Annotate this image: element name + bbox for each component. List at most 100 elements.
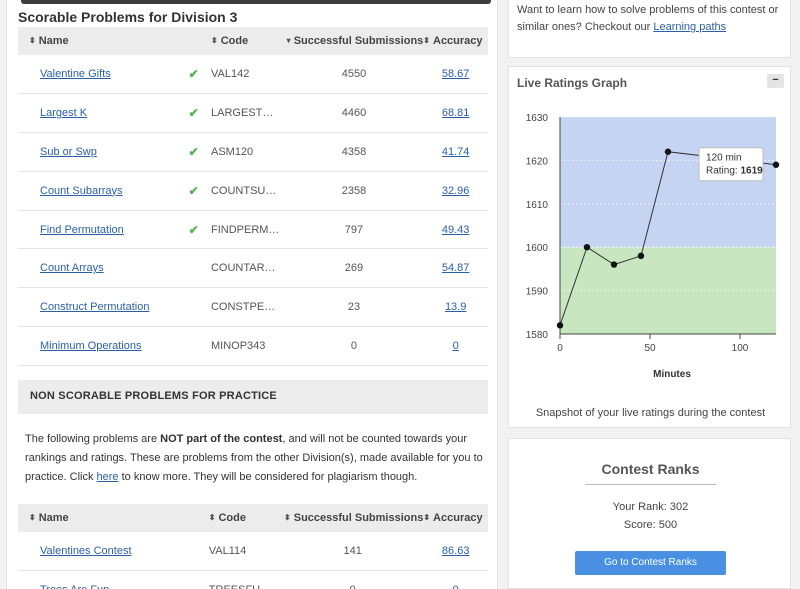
rating-data-point [664,148,672,155]
contest-ranks-title: Contest Ranks [601,461,700,477]
learning-paths-card: Want to learn how to solve problems of t… [508,0,791,58]
successful-submissions: 141 [282,532,424,572]
accuracy-link[interactable]: 32.96 [442,185,470,197]
rating-data-point [772,161,780,168]
go-to-contest-ranks-button[interactable]: Go to Contest Ranks [575,551,726,575]
checkmark-icon: ✔ [188,222,199,237]
nonscorable-section-header: NON SCORABLE PROBLEMS FOR PRACTICE [18,380,488,414]
scorable-section-title: Scorable Problems for Division 3 [18,9,238,25]
table-row[interactable]: Largest K ✔ LARGEST… 4460 68.81 [18,93,488,134]
graph-caption: Snapshot of your live ratings during the… [535,407,766,419]
successful-submissions: 23 [284,287,424,328]
rating-data-point [556,322,564,329]
y-tick-label: 1600 [526,243,549,254]
top-bar [21,0,491,4]
sort-desc-icon: ▾ [286,36,291,45]
problem-code: LARGEST… [210,93,285,134]
table-row[interactable]: Count Arrays COUNTAR… 269 54.87 [18,248,488,289]
problem-code: COUNTSU… [210,171,285,211]
y-tick-label: 1580 [526,330,549,341]
table-row[interactable]: Find Permutation ✔ FINDPERM… 797 49.43 [18,210,488,250]
problem-name-link[interactable]: Valentines Contest [40,545,132,557]
checkmark-icon: ✔ [188,144,199,159]
sort-icon: ⬍ [210,36,218,45]
sort-icon: ⬍ [29,513,36,522]
y-tick-label: 1630 [526,113,549,124]
name-column-header[interactable]: ⬍ Name [18,27,177,55]
name-column-header[interactable]: ⬍ Name [18,504,176,532]
problem-name-link[interactable]: Valentine Gifts [40,68,111,80]
x-tick-label: 50 [644,343,656,354]
accuracy-link[interactable]: 13.9 [445,301,466,313]
submissions-column-header[interactable]: ⬍ Successful Submissions [282,504,424,532]
problem-name-link[interactable]: Minimum Operations [40,340,141,352]
rating-data-point [583,244,591,251]
accuracy-link[interactable]: 54.87 [442,262,470,274]
scorable-problems-table: ⬍ Name ⬍ Code ▾ Successful Submissions ⬍ Acc… [18,27,488,366]
table-row[interactable]: Trees Are FunTREESFU…00 [18,570,488,589]
table-row[interactable]: Minimum Operations MINOP343 0 0 [18,326,488,366]
successful-submissions: 269 [284,248,424,289]
collapse-button[interactable]: − [767,74,784,88]
x-tick-label: 100 [732,343,749,354]
problem-name-link[interactable]: Largest K [40,107,87,119]
learning-paths-link[interactable]: Learning paths [653,21,726,33]
table-row[interactable]: Count Subarrays ✔ COUNTSU… 2358 32.96 [18,171,488,211]
problem-name-link[interactable]: Trees Are Fun [40,584,109,589]
x-axis-label: Minutes [653,369,691,380]
table-row[interactable]: Valentine Gifts ✔ VAL142 4550 58.67 [18,55,488,95]
accuracy-column-header[interactable]: ⬍ Accuracy [423,504,488,532]
your-rank: Your Rank: 302 [612,501,689,513]
tooltip-time: 120 min [706,153,742,164]
problem-name-link[interactable]: Construct Permutation [40,301,149,313]
successful-submissions: 797 [284,210,424,250]
sort-icon: ⬍ [423,36,430,45]
problem-code: COUNTAR… [210,248,285,289]
rating-data-point [637,252,645,260]
problem-name-link[interactable]: Count Subarrays [40,185,123,197]
problem-code: VAL114 [208,532,283,572]
x-tick-label: 0 [557,343,563,354]
table-row[interactable]: Construct Permutation CONSTPE… 23 13.9 [18,287,488,328]
y-tick-label: 1620 [526,156,549,167]
your-score: Score: 500 [623,519,678,531]
code-column-header[interactable]: ⬍ Code [208,504,283,532]
table-header-row: ⬍ Name ⬍ Code ▾ Successful Submissions ⬍ Acc… [18,27,488,55]
successful-submissions: 4550 [284,55,424,95]
problem-code: TREESFU… [208,570,283,589]
checkmark-icon: ✔ [188,106,199,121]
successful-submissions: 4358 [284,132,424,172]
submissions-column-header[interactable]: ▾ Successful Submissions [284,27,424,55]
accuracy-link[interactable]: 0 [453,340,459,352]
accuracy-link[interactable]: 41.74 [442,146,470,158]
problem-code: FINDPERM… [210,210,285,250]
more-info-link[interactable]: here [97,471,119,483]
graph-title: Live Ratings Graph [517,76,628,90]
y-tick-label: 1590 [526,287,549,298]
tooltip-rating: Rating: 1619 [706,166,763,177]
accuracy-link[interactable]: 68.81 [442,107,470,119]
problem-name-link[interactable]: Count Arrays [40,262,104,274]
nonscorable-description: The following problems are NOT part of t… [25,433,483,483]
successful-submissions: 0 [284,326,424,366]
accuracy-link[interactable]: 0 [453,584,459,589]
rating-data-point [610,261,618,268]
sort-icon: ⬍ [208,513,216,522]
table-header-row: ⬍ Name ⬍ Code ⬍ Successful Submissions ⬍ Acc… [18,504,488,532]
accuracy-column-header[interactable]: ⬍ Accuracy [423,27,488,55]
divider [585,484,716,485]
table-row[interactable]: Sub or Swp ✔ ASM120 4358 41.74 [18,132,488,172]
problem-name-link[interactable]: Sub or Swp [40,146,97,158]
code-column-header[interactable]: ⬍ Code [210,27,285,55]
table-row[interactable]: Valentines Contest VAL114 141 86.63 [18,532,488,572]
rating-band [560,117,776,248]
successful-submissions: 4460 [284,93,424,134]
accuracy-link[interactable]: 86.63 [442,545,470,557]
checkmark-icon: ✔ [188,183,199,198]
accuracy-link[interactable]: 58.67 [442,68,470,80]
problem-name-link[interactable]: Find Permutation [40,224,124,236]
sort-icon: ⬍ [29,36,36,45]
live-ratings-card: 1580 1590 1600 1610 1620 1630 0 50 100 Minutes 120… [508,66,791,428]
problem-code: VAL142 [210,55,285,95]
accuracy-link[interactable]: 49.43 [442,224,470,236]
